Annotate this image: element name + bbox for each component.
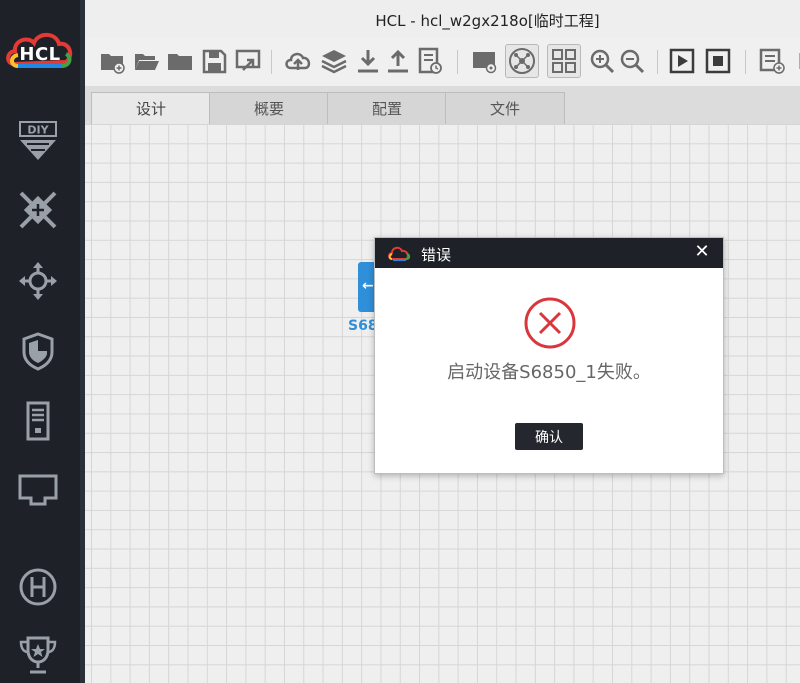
hcl-logo: HCL	[4, 26, 76, 76]
hub-icon[interactable]	[17, 566, 59, 608]
start-icon[interactable]	[667, 46, 697, 76]
diy-icon[interactable]: DIY	[17, 120, 59, 162]
tab-config[interactable]: 配置	[327, 92, 447, 125]
tab-summary[interactable]: 概要	[209, 92, 329, 125]
stop-icon[interactable]	[703, 46, 733, 76]
upload-icon[interactable]	[383, 46, 413, 76]
export-icon[interactable]	[233, 46, 263, 76]
cloud-upload-icon[interactable]	[283, 46, 313, 76]
add-device-icon[interactable]	[757, 46, 787, 76]
logo-text: HCL	[19, 44, 61, 65]
zoom-out-icon[interactable]	[617, 46, 647, 76]
error-dialog: 错误 ✕ 启动设备S6850_1失败。 确认	[374, 237, 724, 474]
tab-bar: 设计 概要 配置 文件	[85, 86, 800, 125]
sidebar: HCL DIY	[0, 0, 85, 683]
device-arrow-icon: ←	[362, 278, 374, 294]
download-icon[interactable]	[353, 46, 383, 76]
firewall-icon[interactable]	[17, 330, 59, 372]
hcl-app-window: HCL DIY HCL - hcl_w2gx218o[临时工程] 设计 概要 配…	[0, 0, 800, 683]
server-icon[interactable]	[17, 400, 59, 442]
toolbar-separator	[745, 50, 746, 74]
collapse-icon[interactable]	[789, 46, 800, 76]
screenshot-icon[interactable]	[469, 46, 499, 76]
open-project-icon[interactable]	[131, 46, 161, 76]
toolbar-separator	[657, 50, 658, 74]
toolbar	[85, 38, 800, 87]
new-project-icon[interactable]	[97, 46, 127, 76]
dialog-title: 错误	[421, 246, 452, 264]
terminal-icon[interactable]	[17, 470, 59, 512]
tab-files[interactable]: 文件	[445, 92, 565, 125]
hcl-cloud-icon	[388, 246, 411, 261]
log-icon[interactable]	[415, 46, 445, 76]
router-icon[interactable]	[17, 260, 59, 302]
grid-icon[interactable]	[547, 44, 581, 78]
error-icon	[524, 297, 576, 349]
title-bar: HCL - hcl_w2gx218o[临时工程]	[85, 0, 800, 39]
zoom-in-icon[interactable]	[587, 46, 617, 76]
svg-text:DIY: DIY	[27, 124, 49, 137]
error-message: 启动设备S6850_1失败。	[447, 362, 651, 383]
toolbar-separator	[457, 50, 458, 74]
layers-icon[interactable]	[319, 46, 349, 76]
trophy-icon[interactable]	[17, 634, 59, 676]
topology-icon[interactable]	[505, 44, 539, 78]
tab-design[interactable]: 设计	[91, 92, 211, 125]
window-title: HCL - hcl_w2gx218o[临时工程]	[375, 12, 600, 30]
confirm-button[interactable]: 确认	[515, 423, 583, 450]
switch-icon[interactable]	[17, 189, 59, 231]
toolbar-separator	[271, 50, 272, 74]
save-icon[interactable]	[199, 46, 229, 76]
close-icon[interactable]: ✕	[693, 242, 711, 262]
folder-icon[interactable]	[165, 46, 195, 76]
dialog-header: 错误 ✕	[375, 238, 723, 268]
